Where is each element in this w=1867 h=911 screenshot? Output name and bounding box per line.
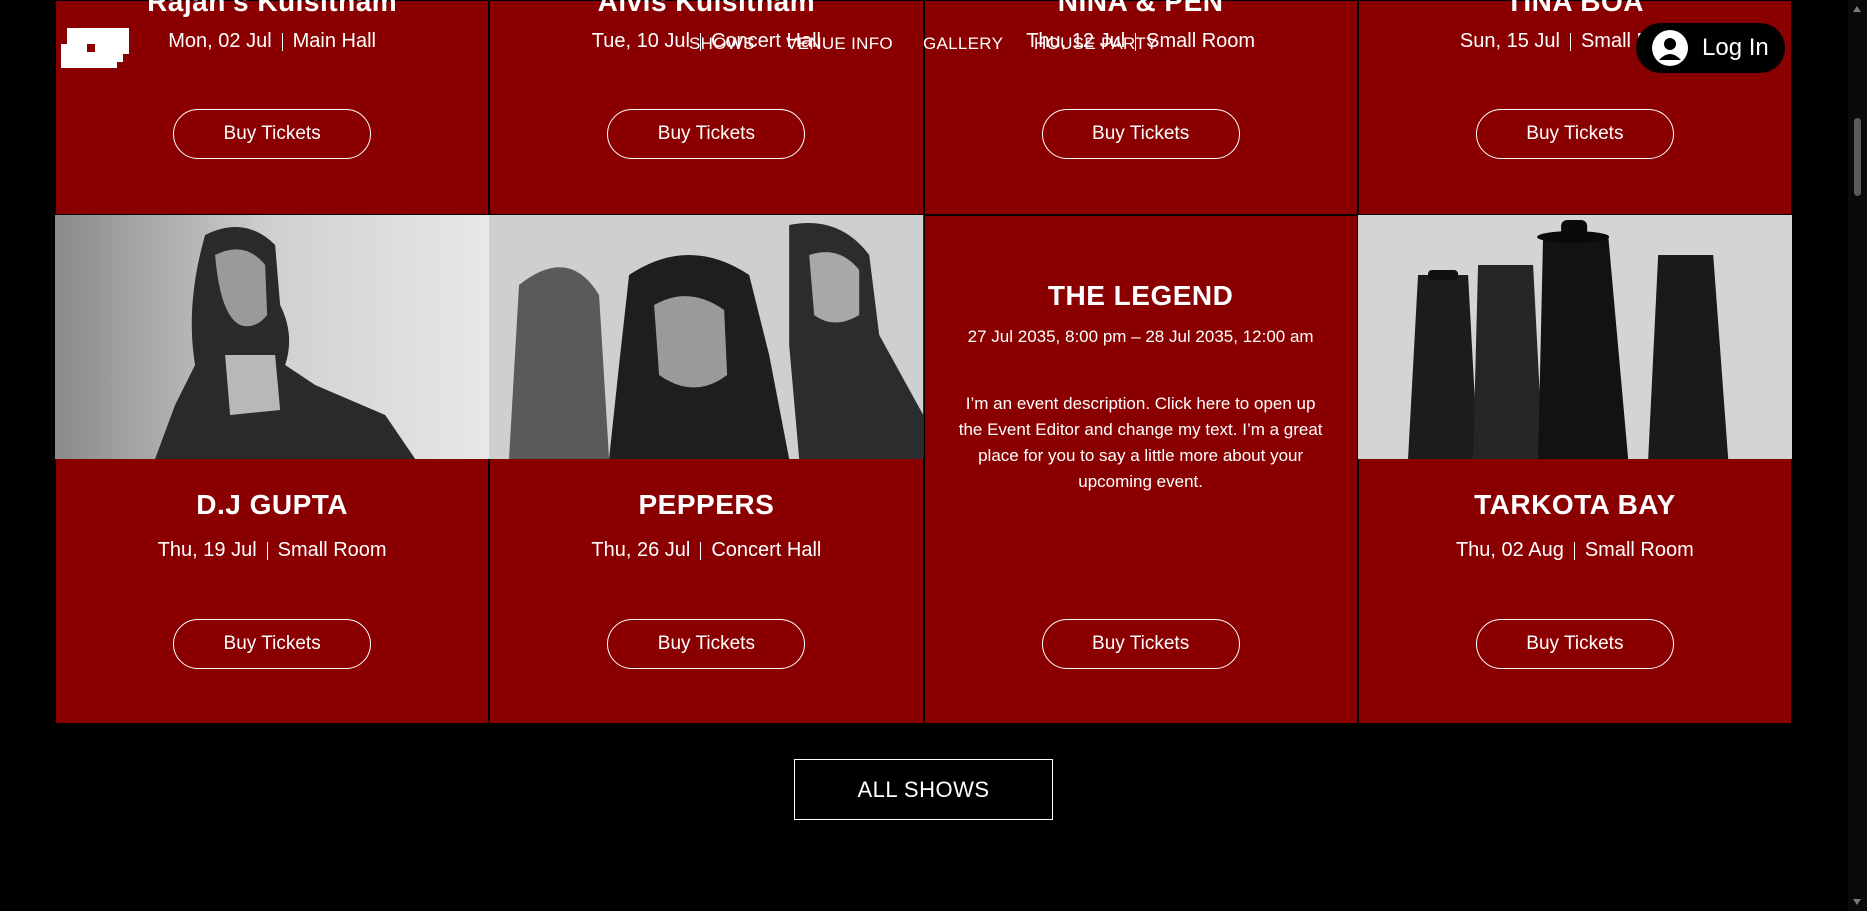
event-card[interactable]: PEPPERS Thu, 26 Jul Concert Hall Buy Tic… xyxy=(489,215,924,724)
event-card[interactable]: D.J GUPTA Thu, 19 Jul Small Room Buy Tic… xyxy=(55,215,490,724)
event-photo xyxy=(489,215,924,459)
login-label: Log In xyxy=(1702,34,1769,61)
separator xyxy=(266,541,268,560)
event-title: TINA BOA xyxy=(1505,0,1645,17)
separator xyxy=(281,32,283,51)
site-logo-icon[interactable] xyxy=(57,24,129,72)
user-avatar-icon xyxy=(1652,30,1688,66)
event-card[interactable]: NINA & PEN Thu, 12 Jul Small Room Buy Ti… xyxy=(923,0,1358,215)
nav-item-house-party[interactable]: HOUSE PARTY xyxy=(1034,34,1158,54)
event-datetime: 27 Jul 2035, 8:00 pm – 28 Jul 2035, 12:0… xyxy=(967,327,1314,346)
event-title: NINA & PEN xyxy=(1057,0,1224,17)
separator xyxy=(1573,541,1575,560)
buy-tickets-button[interactable]: Buy Tickets xyxy=(1475,619,1674,669)
event-date: Thu, 02 Aug xyxy=(1455,539,1564,561)
buy-tickets-button[interactable]: Buy Tickets xyxy=(607,109,806,159)
event-card[interactable]: Alvis Kulsitham Tue, 10 Jul Concert Hall… xyxy=(489,0,924,215)
buy-tickets-button[interactable]: Buy Tickets xyxy=(173,619,372,669)
event-photo xyxy=(1357,215,1792,459)
scrollbar-thumb[interactable] xyxy=(1854,118,1861,196)
all-shows-button[interactable]: ALL SHOWS xyxy=(794,759,1053,820)
events-grid: Rajan's Kulsitham Mon, 02 Jul Main Hall … xyxy=(55,0,1792,724)
login-button[interactable]: Log In xyxy=(1636,23,1785,73)
buy-tickets-button[interactable]: Buy Tickets xyxy=(607,619,806,669)
event-meta: Thu, 19 Jul Small Room xyxy=(55,539,489,562)
event-title: PEPPERS xyxy=(638,489,775,520)
buy-tickets-button[interactable]: Buy Tickets xyxy=(173,109,372,159)
event-meta: Thu, 02 Aug Small Room xyxy=(1358,539,1792,562)
buy-tickets-button[interactable]: Buy Tickets xyxy=(1041,109,1240,159)
event-title: TARKOTA BAY xyxy=(1474,489,1676,520)
event-title: Rajan's Kulsitham xyxy=(147,0,398,17)
event-date: Thu, 26 Jul xyxy=(591,539,691,561)
nav-item-shows[interactable]: SHOWS xyxy=(689,34,755,54)
event-title: D.J GUPTA xyxy=(196,489,349,520)
event-venue: Small Room xyxy=(1584,539,1694,561)
nav-item-venue-info[interactable]: VENUE INFO xyxy=(786,34,893,54)
event-description[interactable]: I’m an event description. Click here to … xyxy=(959,391,1323,495)
event-venue: Concert Hall xyxy=(711,539,822,561)
scrollbar[interactable] xyxy=(1848,0,1867,911)
event-venue: Small Room xyxy=(277,539,387,561)
event-card[interactable]: TARKOTA BAY Thu, 02 Aug Small Room Buy T… xyxy=(1357,215,1792,724)
nav-item-gallery[interactable]: GALLERY xyxy=(923,34,1003,54)
event-title: Alvis Kulsitham xyxy=(597,0,816,17)
event-date: Mon, 02 Jul xyxy=(168,30,272,52)
separator xyxy=(1569,32,1571,51)
separator xyxy=(700,541,702,560)
event-photo xyxy=(55,215,490,459)
event-venue: Small Room xyxy=(1146,30,1256,52)
event-date: Thu, 19 Jul xyxy=(157,539,257,561)
event-meta: Thu, 26 Jul Concert Hall xyxy=(489,539,923,562)
buy-tickets-button[interactable]: Buy Tickets xyxy=(1475,109,1674,159)
event-date: Sun, 15 Jul xyxy=(1459,30,1560,52)
scroll-down-icon[interactable] xyxy=(1853,899,1861,905)
event-title: THE LEGEND xyxy=(1047,280,1234,311)
event-card-featured[interactable]: THE LEGEND 27 Jul 2035, 8:00 pm – 28 Jul… xyxy=(923,215,1358,724)
event-venue: Main Hall xyxy=(292,30,376,52)
buy-tickets-button[interactable]: Buy Tickets xyxy=(1041,619,1240,669)
scroll-up-icon[interactable] xyxy=(1853,6,1861,12)
event-date: Tue, 10 Jul xyxy=(591,30,690,52)
